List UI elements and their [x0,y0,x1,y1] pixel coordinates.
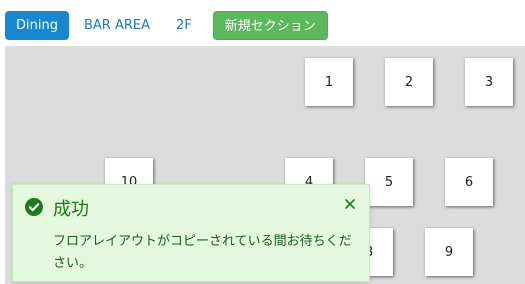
table-6[interactable]: 6 [445,158,493,206]
table-9[interactable]: 9 [425,228,473,276]
tab-2f[interactable]: 2F [165,11,203,40]
table-2[interactable]: 2 [385,58,433,106]
table-5[interactable]: 5 [365,158,413,206]
add-section-button[interactable]: 新規セクション [212,10,328,40]
table-1[interactable]: 1 [305,58,353,106]
toast-title: 成功 [53,199,89,220]
close-icon[interactable] [343,196,357,210]
tab-bar-area[interactable]: BAR AREA [73,11,161,40]
toast-message: フロアレイアウトがコピーされている間お待ちください。 [53,234,352,271]
success-toast: 成功 フロアレイアウトがコピーされている間お待ちください。 [12,184,370,282]
tab-dining[interactable]: Dining [5,10,69,40]
table-3[interactable]: 3 [465,58,513,106]
section-tabs: Dining BAR AREA 2F 新規セクション [5,10,332,40]
check-circle-icon [25,198,43,216]
